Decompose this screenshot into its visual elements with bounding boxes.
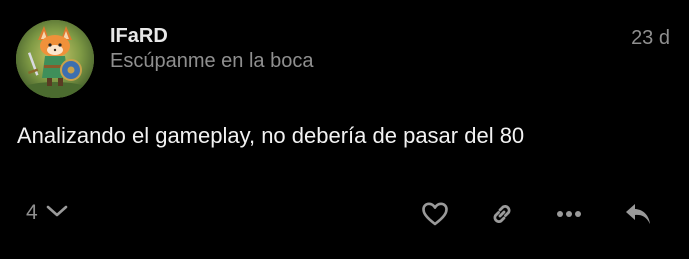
heart-icon: [421, 201, 449, 227]
post-body-text: Analizando el gameplay, no debería de pa…: [17, 123, 525, 148]
author-title: Escúpanme en la boca: [110, 50, 314, 72]
more-icon: [556, 210, 582, 218]
link-icon: [488, 200, 516, 228]
post-actions: [0, 197, 689, 231]
post-date[interactable]: 23 d: [631, 26, 670, 50]
author-username[interactable]: IFaRD: [110, 24, 168, 48]
copy-link-button[interactable]: [485, 197, 519, 231]
reply-button[interactable]: [621, 197, 655, 231]
author-avatar[interactable]: [16, 20, 94, 98]
like-button[interactable]: [418, 197, 452, 231]
fox-knight-avatar-icon: [16, 20, 94, 98]
reply-icon: [623, 201, 653, 227]
more-button[interactable]: [552, 197, 586, 231]
post-card: IFaRD Escúpanme en la boca 23 d Analizan…: [0, 0, 689, 259]
